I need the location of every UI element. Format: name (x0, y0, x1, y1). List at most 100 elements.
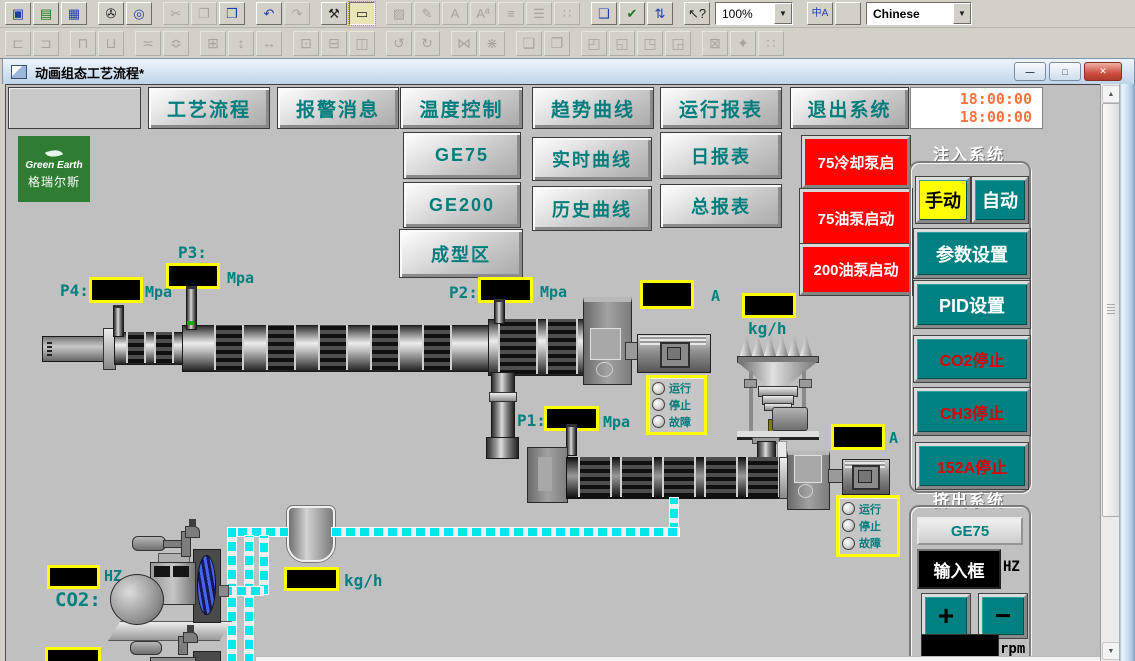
align-right[interactable]: ⊐ (33, 31, 59, 56)
nav-report-button[interactable]: 运行报表 (660, 87, 782, 129)
frequency-input[interactable]: 输入框 (917, 549, 1001, 589)
flip-horizontal[interactable]: ⋈ (451, 31, 477, 56)
grid-style[interactable]: ∷ (554, 2, 580, 25)
send-backward[interactable]: ◲ (665, 31, 691, 56)
syntax-check[interactable]: ✔ (619, 2, 645, 25)
text-align[interactable]: ≡ (498, 2, 524, 25)
align-left[interactable]: ⊏ (5, 31, 31, 56)
a152-stop-button[interactable]: 152A停止 (916, 443, 1028, 489)
copy[interactable]: ❐ (191, 2, 217, 25)
flip-vertical[interactable]: ⋇ (479, 31, 505, 56)
center-horizontal[interactable]: ⊟ (321, 31, 347, 56)
scroll-up-button[interactable]: ▲ (1102, 85, 1120, 103)
paste[interactable]: ❒ (219, 2, 245, 25)
nav-trend-button[interactable]: 趋势曲线 (532, 87, 654, 129)
time-line1: 18:00:00 (960, 90, 1032, 108)
chevron-down-icon[interactable]: ▼ (774, 3, 792, 24)
stop-lamp (652, 398, 665, 411)
vertical-scrollbar[interactable]: ▲ ▼ (1100, 84, 1120, 661)
pen-color[interactable]: ✎ (414, 2, 440, 25)
line-style[interactable]: ☰ (526, 2, 552, 25)
fit-width[interactable]: ↔ (256, 31, 282, 56)
forming-area-button[interactable]: 成型区 (399, 229, 523, 278)
blank-tool[interactable] (835, 2, 861, 25)
nav-temperature-button[interactable]: 温度控制 (400, 87, 523, 129)
group[interactable]: ❏ (516, 31, 542, 56)
properties[interactable]: ❑ (591, 2, 617, 25)
hz-unit-label: HZ (1003, 559, 1020, 575)
p3-unit: Mpa (227, 269, 254, 287)
params-button[interactable]: 参数设置 (914, 229, 1030, 278)
ungroup[interactable]: ❐ (544, 31, 570, 56)
minimize-button[interactable]: — (1014, 62, 1046, 81)
p3-label: P3: (178, 243, 207, 262)
nav-exit-button[interactable]: 退出系统 (790, 87, 909, 129)
restore-button[interactable]: □ (1049, 62, 1081, 81)
p4-sensor (113, 305, 124, 337)
total-report-button[interactable]: 总报表 (660, 184, 782, 228)
align-bottom[interactable]: ⊔ (98, 31, 124, 56)
ch3-stop-button[interactable]: CH3停止 (914, 388, 1030, 435)
pin[interactable]: ✦ (730, 31, 756, 56)
center-both[interactable]: ⊡ (293, 31, 319, 56)
toolbox[interactable]: ⚒ (321, 2, 347, 25)
zoom-combobox[interactable]: 100% ▼ (715, 2, 793, 25)
logo-text-cn: 格瑞尔斯 (28, 173, 80, 190)
fill-color[interactable]: ▨ (386, 2, 412, 25)
same-size[interactable]: ⊞ (200, 31, 226, 56)
database-sort[interactable]: ⇅ (647, 2, 673, 25)
nav-alarm-button[interactable]: 报警消息 (277, 87, 399, 129)
decrease-button[interactable]: − (979, 594, 1027, 638)
co2-stop-button[interactable]: CO2停止 (914, 336, 1030, 382)
oil-pump200-button[interactable]: 200油泵启动 (800, 244, 912, 295)
print[interactable]: ✇ (98, 2, 124, 25)
cooling-pump75-button[interactable]: 75冷却泵启 (802, 136, 910, 188)
horizontal-scrollbar[interactable] (255, 656, 1100, 661)
grip-icon (1107, 304, 1115, 314)
font[interactable]: Aª (470, 2, 496, 25)
align-top[interactable]: ⊓ (70, 31, 96, 56)
undo[interactable]: ↶ (256, 2, 282, 25)
bring-to-front[interactable]: ◰ (581, 31, 607, 56)
process-canvas: 工艺流程 报警消息 温度控制 趋势曲线 运行报表 退出系统 18:00:00 1… (0, 84, 1100, 661)
bring-forward[interactable]: ◳ (637, 31, 663, 56)
cut[interactable]: ✂ (163, 2, 189, 25)
language-combobox[interactable]: Chinese ▼ (866, 2, 972, 25)
rotate-right[interactable]: ↻ (414, 31, 440, 56)
oil-pump75-button[interactable]: 75油泵启动 (800, 189, 912, 247)
lock[interactable]: ⊠ (702, 31, 728, 56)
p2-sensor (494, 299, 505, 324)
open-project[interactable]: ▤ (33, 2, 59, 25)
select-frame[interactable]: ▭ (349, 2, 375, 25)
new-picture[interactable]: ▣ (5, 2, 31, 25)
daily-report-button[interactable]: 日报表 (660, 132, 782, 179)
history-curve-button[interactable]: 历史曲线 (532, 186, 652, 231)
center-vertical[interactable]: ◫ (349, 31, 375, 56)
help-pointer[interactable]: ↖? (684, 2, 710, 25)
chevron-down-icon[interactable]: ▼ (953, 3, 971, 24)
redo[interactable]: ↷ (284, 2, 310, 25)
increase-button[interactable]: + (922, 594, 970, 638)
rpm-unit-label: rpm (1000, 641, 1025, 657)
char-scale[interactable]: 中A (807, 2, 833, 25)
same-height[interactable]: ≎ (163, 31, 189, 56)
ge200-button[interactable]: GE200 (403, 182, 521, 228)
send-to-back[interactable]: ◱ (609, 31, 635, 56)
print-preview[interactable]: ◎ (126, 2, 152, 25)
rotate-left[interactable]: ↺ (386, 31, 412, 56)
scroll-down-button[interactable]: ▼ (1102, 642, 1120, 660)
close-button[interactable]: ✕ (1084, 62, 1122, 81)
fit-height[interactable]: ↕ (228, 31, 254, 56)
show-grid[interactable]: ∷ (758, 31, 784, 56)
scrollbar-thumb[interactable] (1102, 103, 1120, 517)
ge75-button[interactable]: GE75 (403, 132, 521, 179)
nav-process-button[interactable]: 工艺流程 (148, 87, 270, 129)
auto-button[interactable]: 自动 (972, 177, 1028, 223)
same-width[interactable]: ≍ (135, 31, 161, 56)
text-color[interactable]: A (442, 2, 468, 25)
realtime-curve-button[interactable]: 实时曲线 (532, 137, 652, 181)
document-titlebar[interactable]: 动画组态工艺流程* — □ ✕ (2, 58, 1135, 86)
save[interactable]: ▦ (61, 2, 87, 25)
pid-button[interactable]: PID设置 (914, 281, 1030, 328)
manual-button[interactable]: 手动 (916, 177, 970, 223)
